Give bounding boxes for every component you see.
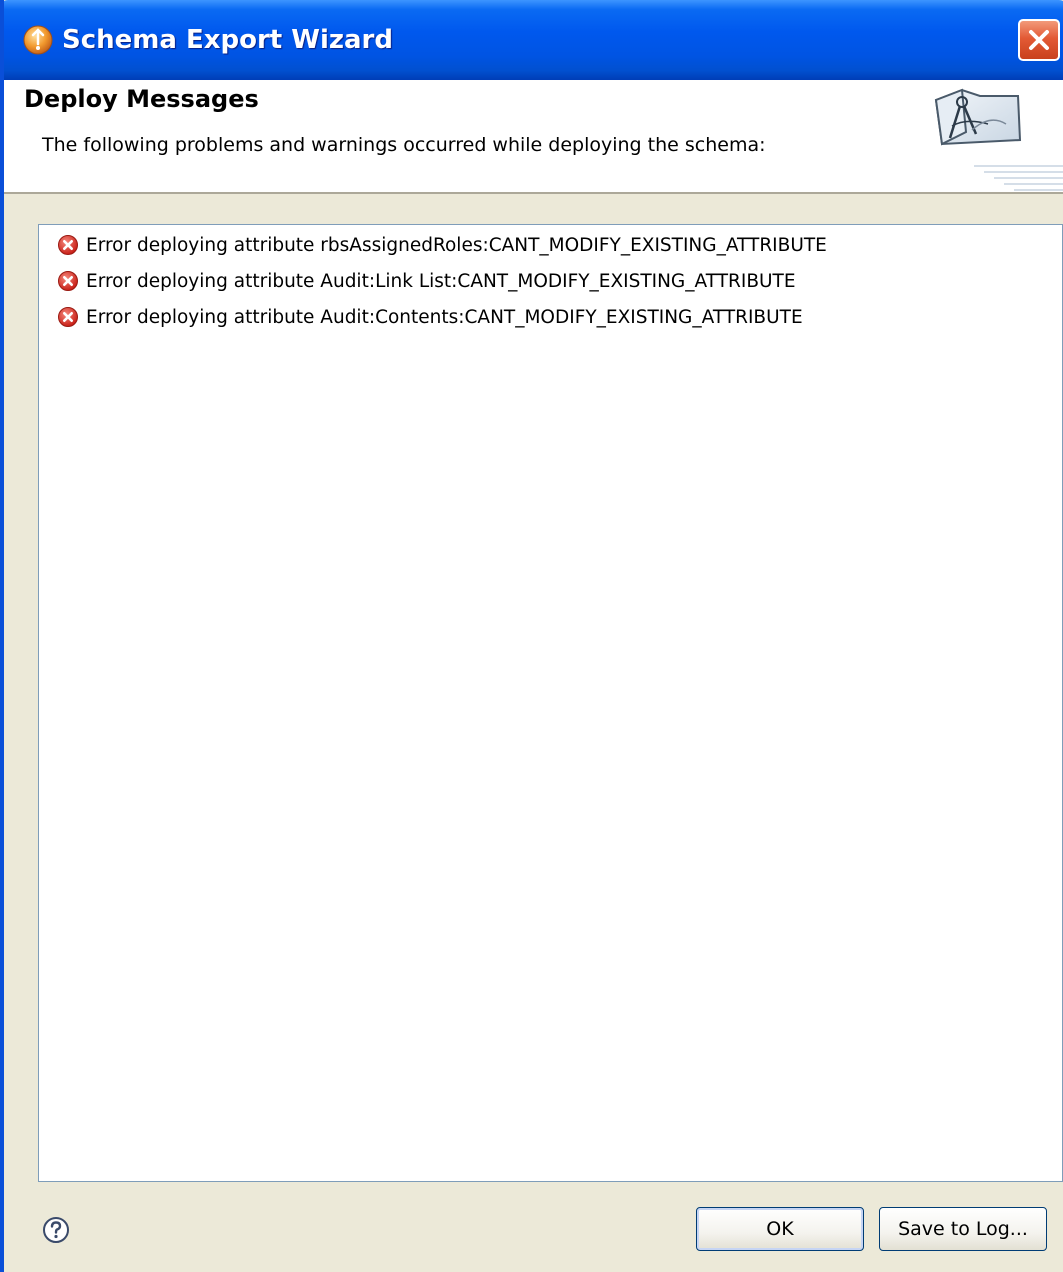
error-icon	[58, 235, 78, 255]
list-item[interactable]: Error deploying attribute rbsAssignedRol…	[57, 230, 827, 260]
message-text: Error deploying attribute Audit:Link Lis…	[86, 270, 796, 292]
schema-export-wizard-window: Schema Export Wizard Deploy Messages The…	[0, 0, 1063, 1272]
deploy-messages-list[interactable]: Error deploying attribute rbsAssignedRol…	[38, 224, 1063, 1182]
close-icon	[1029, 30, 1049, 50]
message-text: Error deploying attribute Audit:Contents…	[86, 306, 803, 328]
ok-button[interactable]: OK	[696, 1207, 864, 1251]
wizard-header-panel: Deploy Messages The following problems a…	[4, 80, 1063, 194]
message-text: Error deploying attribute rbsAssignedRol…	[86, 234, 827, 256]
error-icon	[58, 307, 78, 327]
save-to-log-button[interactable]: Save to Log...	[879, 1207, 1047, 1251]
page-description: The following problems and warnings occu…	[42, 134, 766, 156]
title-bar[interactable]: Schema Export Wizard	[4, 0, 1063, 80]
help-icon[interactable]	[42, 1216, 70, 1244]
list-item[interactable]: Error deploying attribute Audit:Contents…	[57, 302, 803, 332]
error-icon	[58, 271, 78, 291]
list-item[interactable]: Error deploying attribute Audit:Link Lis…	[57, 266, 796, 296]
window-title: Schema Export Wizard	[62, 25, 393, 55]
wizard-compass-banner-icon	[934, 88, 1063, 191]
page-title: Deploy Messages	[24, 85, 259, 113]
app-icon	[23, 25, 53, 55]
close-button[interactable]	[1018, 19, 1060, 61]
